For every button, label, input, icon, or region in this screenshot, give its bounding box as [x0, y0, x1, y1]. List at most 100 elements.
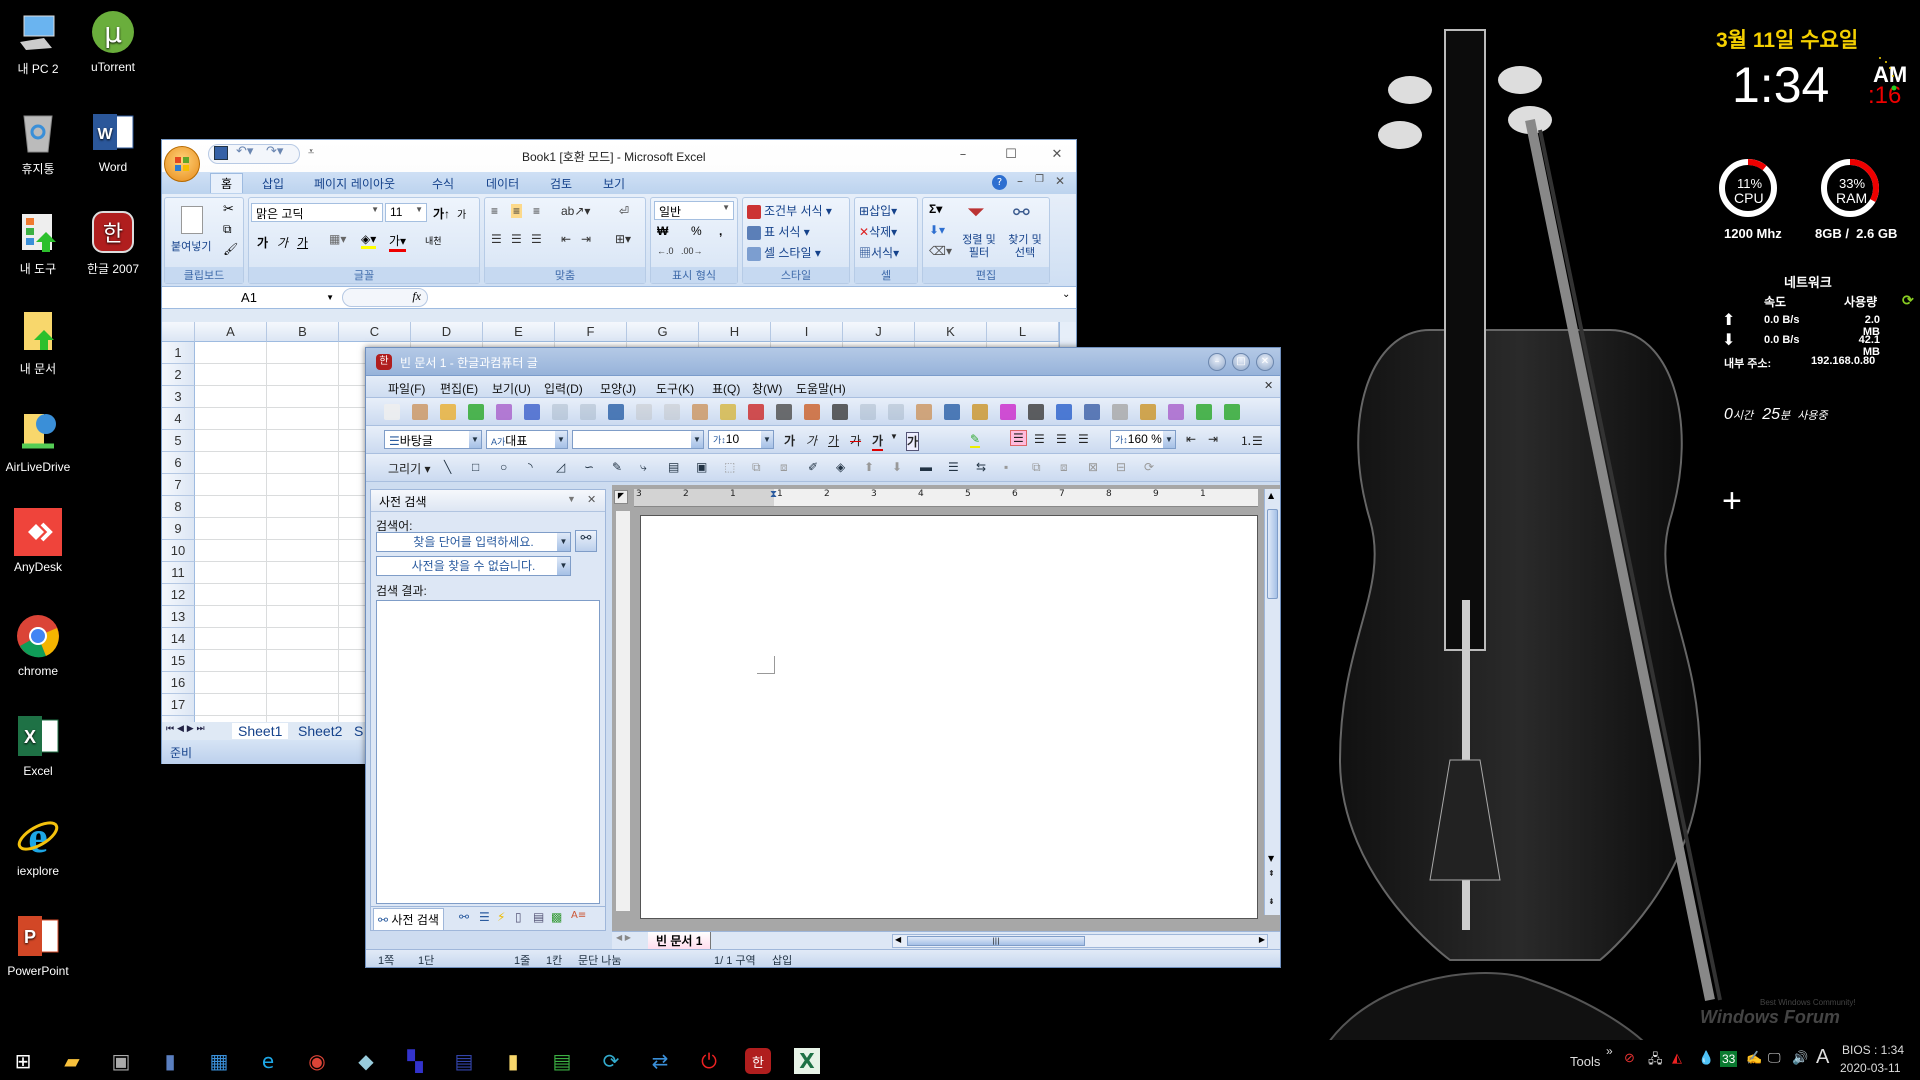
tab-home[interactable]: 홈	[210, 173, 244, 193]
name-box[interactable]: A1 ▼	[162, 288, 336, 307]
align-center-button[interactable]: ☰	[511, 232, 522, 246]
char-shade-button[interactable]: 가	[906, 432, 920, 451]
desktop-icon-utorrent[interactable]: µ uTorrent	[75, 8, 151, 74]
tab-view[interactable]: 보기	[603, 175, 625, 192]
excel-title-bar[interactable]: ↶▾ ↷▾ ⩡ Book1 [호환 모드] - Microsoft Excel …	[162, 140, 1076, 182]
decrease-indent-button[interactable]: ⇤	[561, 232, 571, 246]
delete-cells-button[interactable]: ✕삭제▾	[859, 223, 897, 240]
desktop-icon-recycle-bin[interactable]: 휴지통	[0, 108, 76, 177]
column-header[interactable]: G	[627, 322, 699, 342]
maximize-button[interactable]: □	[1232, 353, 1250, 371]
tools-toolbar-label[interactable]: Tools	[1570, 1054, 1600, 1069]
open-icon[interactable]	[440, 404, 456, 420]
fill-button[interactable]: ⬇▾	[929, 223, 945, 237]
minimize-button[interactable]: –	[952, 146, 974, 164]
menu-item[interactable]: 파일(F)	[388, 380, 425, 397]
align-top-button[interactable]: ≡	[491, 204, 498, 218]
qat-save-icon[interactable]	[214, 146, 228, 160]
align-icon[interactable]	[776, 404, 792, 420]
shrink-font-button[interactable]: 가	[457, 206, 466, 221]
menu-item[interactable]: 모양(J)	[600, 380, 636, 397]
bold-button[interactable]: 가	[257, 234, 268, 251]
scroll-left-arrow[interactable]: ◀	[895, 935, 901, 944]
taskbar-transfer-app-icon[interactable]: ⇄	[647, 1048, 673, 1074]
menu-item[interactable]: 보기(U)	[492, 380, 531, 397]
cut-icon[interactable]: ✂	[223, 202, 234, 217]
copy-format-icon[interactable]	[1112, 404, 1128, 420]
tab-panel-icon-7[interactable]: A≡	[571, 910, 586, 921]
font-color-button[interactable]: 가▾	[389, 232, 407, 252]
new-doc-icon[interactable]	[384, 404, 400, 420]
textbox-icon[interactable]	[1084, 404, 1100, 420]
number-format-combo[interactable]: 일반 ▼	[654, 201, 734, 220]
font-name-combo[interactable]: ▼	[572, 430, 704, 449]
formula-input[interactable]	[432, 288, 1056, 307]
menu-item[interactable]: 입력(D)	[544, 380, 583, 397]
row-header[interactable]: 9	[162, 518, 195, 540]
toolbar-overflow-button[interactable]: »	[1606, 1044, 1613, 1058]
scroll-thumb[interactable]	[1267, 509, 1278, 599]
ungroup-icon[interactable]: ⧈	[780, 460, 788, 475]
drawing-menu-button[interactable]: 그리기 ▾	[388, 460, 430, 477]
autosum-button[interactable]: Σ▾	[929, 202, 942, 216]
decrease-indent-button[interactable]: ⇤	[1186, 432, 1196, 446]
font-color-button[interactable]: 가	[872, 432, 884, 451]
table-icon[interactable]	[832, 404, 848, 420]
ribbon-close-button[interactable]: ✕	[1055, 174, 1065, 188]
send-back-icon[interactable]: ⬇	[892, 460, 902, 474]
network-refresh-icon[interactable]: ⟳	[1902, 292, 1914, 309]
taskbar-terminal-icon[interactable]: ▣	[108, 1048, 134, 1074]
column-header[interactable]: H	[699, 322, 771, 342]
column-header[interactable]: F	[555, 322, 627, 342]
find-select-button[interactable]: 찾기 및 선택	[1003, 234, 1047, 260]
italic-button[interactable]: 가	[806, 432, 817, 449]
slide-icon[interactable]	[1196, 404, 1212, 420]
copy-icon[interactable]: ⧉	[223, 222, 232, 237]
row-header[interactable]: 15	[162, 650, 195, 672]
column-header[interactable]: E	[483, 322, 555, 342]
grow-font-button[interactable]: 가↑	[433, 205, 450, 222]
clock-date[interactable]: 2020-03-11	[1840, 1061, 1901, 1075]
tray-badge[interactable]: 33	[1720, 1051, 1738, 1067]
italic-button[interactable]: 가	[277, 234, 288, 251]
row-header[interactable]: 10	[162, 540, 195, 562]
wrap-text-button[interactable]: ⏎	[619, 204, 629, 218]
taskbar-monitor-icon[interactable]: ▦	[206, 1048, 232, 1074]
horizontal-ruler[interactable]: 3 2 1 1 2 3 4 5 6 7 8 9 1 ⧗	[634, 489, 1258, 507]
bookmark-icon[interactable]	[1168, 404, 1184, 420]
document-close-icon[interactable]: ✕	[1264, 379, 1273, 392]
hangul-window[interactable]: 한 빈 문서 1 - 한글과컴퓨터 글 – □ ✕ ✕ 파일(F) 편집(E) 보기…	[365, 347, 1281, 968]
decrease-decimal-button[interactable]: .00→	[681, 246, 703, 256]
row-header[interactable]: 7	[162, 474, 195, 496]
polygon-tool-icon[interactable]: ◿	[556, 460, 565, 474]
shadow-icon[interactable]: ▪	[1004, 460, 1008, 474]
insert-cells-button[interactable]: ⊞삽입▾	[859, 202, 897, 219]
ribbon-minimize-button[interactable]: –	[1017, 174, 1023, 188]
clear-button[interactable]: ⌫▾	[929, 244, 952, 258]
search-results-list[interactable]	[376, 600, 600, 904]
increase-decimal-button[interactable]: ←.0	[657, 246, 674, 256]
tab-panel-icon-3[interactable]: ⚡	[497, 910, 505, 924]
drop-icon[interactable]: 💧	[1698, 1050, 1714, 1066]
vertical-ruler[interactable]	[616, 511, 630, 911]
sheet-tab[interactable]: Sheet2	[292, 723, 348, 739]
tab-review[interactable]: 검토	[550, 175, 572, 192]
column-header[interactable]: K	[915, 322, 987, 342]
office-button[interactable]	[164, 146, 200, 182]
format-cells-button[interactable]: ▦서식▾	[859, 244, 899, 261]
textbox-tool-icon[interactable]: ▤	[668, 460, 679, 474]
menu-item[interactable]: 표(Q)	[712, 380, 740, 397]
taskbar-tools-shortcut-icon[interactable]: ▤	[549, 1048, 575, 1074]
underline-button[interactable]: 가	[828, 432, 839, 449]
desktop-icon-my-documents[interactable]: 내 문서	[0, 308, 76, 377]
panel-close-icon[interactable]: ✕	[587, 493, 596, 506]
numbering-button[interactable]: ⒈☰	[1240, 432, 1263, 449]
align-objects-icon[interactable]: ⧉	[1032, 460, 1041, 475]
horizontal-scrollbar[interactable]: ◀ ||| ▶	[892, 934, 1268, 948]
style-icon[interactable]	[804, 404, 820, 420]
bold-button[interactable]: 가	[784, 432, 795, 449]
macro-1-icon[interactable]	[1224, 404, 1240, 420]
desktop-icon-word[interactable]: W Word	[75, 108, 151, 174]
find-icon[interactable]	[608, 404, 624, 420]
desktop-icon-powerpoint[interactable]: P PowerPoint	[0, 912, 76, 978]
